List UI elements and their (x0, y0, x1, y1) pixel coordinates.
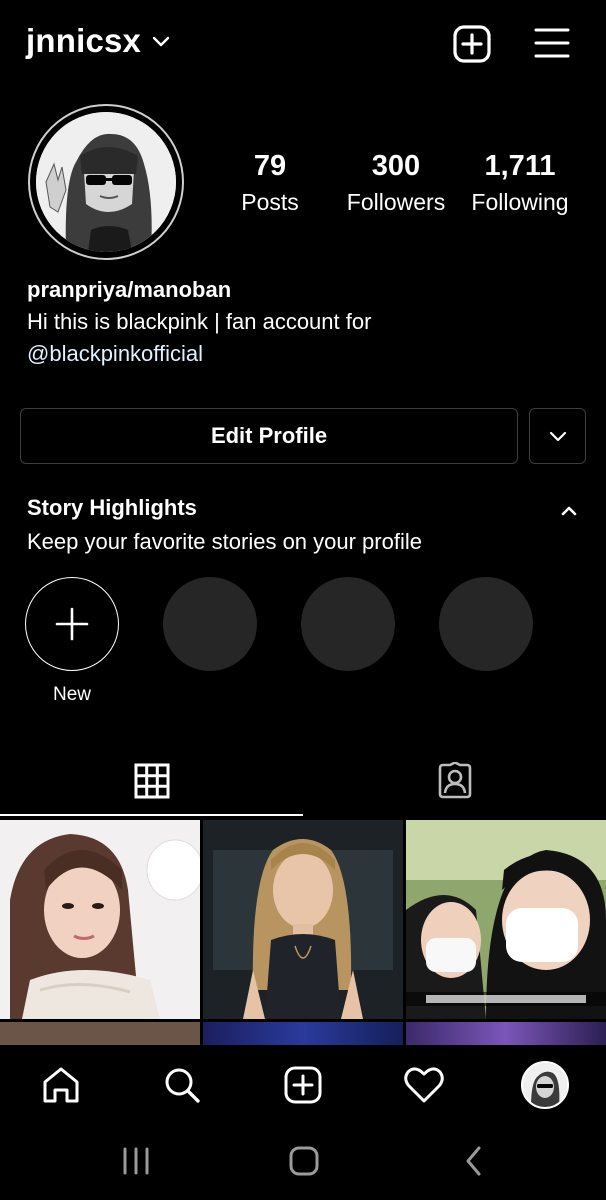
home-icon (41, 1065, 81, 1105)
highlight-placeholder (439, 577, 533, 671)
nav-create[interactable] (277, 1059, 329, 1111)
tab-posts-grid[interactable] (0, 745, 303, 817)
posts-stat[interactable]: 79 Posts (230, 148, 310, 220)
profile-avatar (521, 1061, 569, 1109)
following-label: Following (471, 189, 569, 215)
top-header: jnnicsx (0, 0, 606, 90)
tab-tagged[interactable] (303, 745, 606, 817)
story-highlights-subtitle: Keep your favorite stories on your profi… (27, 529, 422, 554)
username: jnnicsx (26, 22, 142, 59)
posts-label: Posts (241, 189, 299, 215)
collapse-highlights-button[interactable] (556, 498, 582, 524)
menu-button[interactable] (530, 22, 574, 66)
bio-text: Hi this is blackpink | fan account for (27, 309, 372, 334)
following-stat[interactable]: 1,711 Following (464, 148, 576, 220)
plus-square-icon (450, 22, 494, 66)
recent-apps-button[interactable] (106, 1141, 166, 1181)
add-post-icon (283, 1065, 323, 1105)
followers-label: Followers (346, 189, 446, 215)
highlight-placeholder (163, 577, 257, 671)
post-thumbnail[interactable] (203, 1022, 403, 1045)
account-switcher[interactable]: jnnicsx (26, 22, 171, 60)
bio-mention-link[interactable]: @blackpinkofficial (27, 338, 587, 370)
chevron-up-icon (556, 498, 582, 524)
story-highlights-title: Story Highlights (27, 495, 197, 520)
nav-profile[interactable] (519, 1059, 571, 1111)
followers-count: 300 (371, 150, 421, 182)
plus-icon (54, 606, 90, 642)
post-thumbnail[interactable] (406, 1022, 606, 1045)
search-icon (162, 1065, 202, 1105)
nav-activity[interactable] (398, 1059, 450, 1111)
tagged-person-icon (436, 762, 474, 800)
bottom-navigation (0, 1045, 606, 1123)
new-highlight-button[interactable] (25, 577, 119, 671)
profile-bio: pranpriya/manoban Hi this is blackpink |… (27, 274, 587, 370)
post-thumbnail[interactable] (203, 820, 403, 1019)
home-system-button[interactable] (274, 1141, 334, 1181)
profile-avatar (36, 112, 176, 252)
new-highlight-label: New (52, 684, 91, 705)
following-count: 1,711 (484, 150, 556, 182)
post-thumbnail[interactable] (0, 820, 200, 1019)
grid-icon (134, 763, 170, 799)
suggested-accounts-button[interactable] (529, 408, 586, 464)
nav-home[interactable] (35, 1059, 87, 1111)
followers-stat[interactable]: 300 Followers (338, 148, 454, 220)
back-chevron-icon (462, 1145, 486, 1177)
chevron-down-icon (548, 429, 568, 443)
posts-count: 79 (253, 150, 287, 182)
post-thumbnail[interactable] (406, 820, 606, 1019)
home-square-icon (288, 1145, 320, 1177)
hamburger-menu-icon (530, 22, 574, 66)
chevron-down-icon (151, 34, 171, 48)
heart-icon (403, 1065, 445, 1105)
highlight-placeholder (301, 577, 395, 671)
new-post-button[interactable] (450, 22, 494, 66)
back-button[interactable] (444, 1141, 504, 1181)
edit-profile-button[interactable]: Edit Profile (20, 408, 518, 464)
nav-search[interactable] (156, 1059, 208, 1111)
system-navigation-bar (0, 1123, 606, 1200)
profile-avatar-ring[interactable] (28, 104, 184, 260)
display-name: pranpriya/manoban (27, 277, 232, 302)
active-tab-indicator (0, 814, 303, 816)
recent-apps-icon (120, 1147, 152, 1175)
post-thumbnail[interactable] (0, 1022, 200, 1045)
